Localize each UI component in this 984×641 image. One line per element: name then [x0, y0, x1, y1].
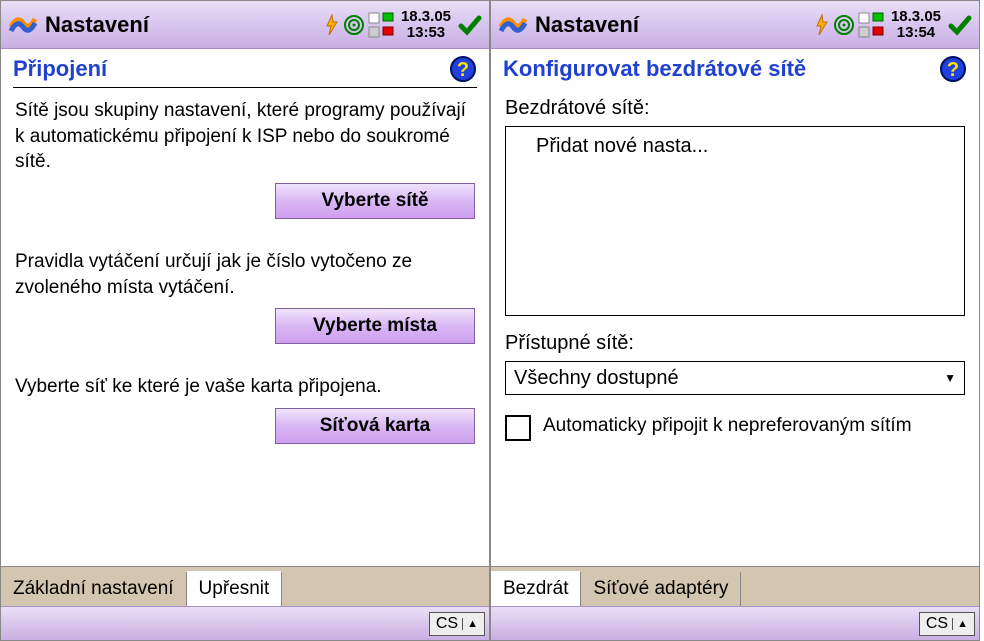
sip-label: CS	[926, 615, 948, 633]
ok-check-icon[interactable]	[947, 12, 973, 38]
section-title: Konfigurovat bezdrátové sítě	[503, 56, 806, 82]
bottombar: CS ▲	[1, 606, 489, 640]
tab-basic-settings[interactable]: Základní nastavení	[1, 572, 187, 606]
section-header: Konfigurovat bezdrátové sítě ?	[491, 49, 979, 85]
select-networks-button[interactable]: Vyberte sítě	[275, 183, 475, 219]
status-icons: 18.3.05 13:54	[813, 9, 973, 41]
divider	[13, 87, 477, 88]
tab-network-adapters[interactable]: Síťové adaptéry	[581, 572, 741, 606]
section-header: Připojení ?	[1, 49, 489, 85]
connectivity-icon[interactable]	[367, 10, 395, 40]
charging-icon	[323, 13, 341, 37]
volume-icon[interactable]	[833, 14, 855, 36]
dropdown-value: Všechny dostupné	[514, 367, 679, 390]
tabbar: Základní nastavení Upřesnit	[1, 566, 489, 606]
clock[interactable]: 18.3.05 13:54	[891, 9, 941, 41]
charging-icon	[813, 13, 831, 37]
content-area: Bezdrátové sítě: Přidat nové nasta... Př…	[491, 97, 979, 566]
help-icon[interactable]: ?	[449, 55, 477, 83]
clock[interactable]: 18.3.05 13:53	[401, 9, 451, 41]
start-logo-icon[interactable]	[497, 9, 529, 41]
svg-text:?: ?	[947, 59, 959, 81]
connectivity-icon[interactable]	[857, 10, 885, 40]
auto-connect-label: Automaticky připojit k nepreferovaným sí…	[543, 413, 912, 439]
help-icon[interactable]: ?	[939, 55, 967, 83]
date-text: 18.3.05	[891, 9, 941, 25]
card-description: Vyberte síť ke které je vaše karta připo…	[15, 374, 475, 400]
wireless-networks-listbox[interactable]: Přidat nové nasta...	[505, 126, 965, 316]
volume-icon[interactable]	[343, 14, 365, 36]
tabbar: Bezdrát Síťové adaptéry	[491, 566, 979, 606]
sip-arrow-icon: ▲	[462, 618, 478, 630]
svg-text:?: ?	[457, 59, 469, 81]
titlebar[interactable]: Nastavení 18.3.05 13:54	[491, 1, 979, 49]
section-title: Připojení	[13, 56, 107, 82]
time-text: 13:53	[407, 25, 445, 41]
app-title: Nastavení	[45, 12, 149, 38]
list-item-add-new[interactable]: Přidat nové nasta...	[536, 135, 964, 158]
tab-wireless[interactable]: Bezdrát	[491, 571, 581, 606]
sip-button[interactable]: CS ▲	[429, 612, 485, 636]
dialing-description: Pravidla vytáčení určují jak je číslo vy…	[15, 249, 475, 300]
sip-label: CS	[436, 615, 458, 633]
wireless-networks-label: Bezdrátové sítě:	[505, 97, 965, 120]
networks-description: Sítě jsou skupiny nastavení, které progr…	[15, 98, 475, 175]
accessible-networks-label: Přístupné sítě:	[505, 332, 965, 355]
start-logo-icon[interactable]	[7, 9, 39, 41]
device-left: Nastavení 18.3.05 13:53 Připojení ? Sítě…	[0, 0, 490, 641]
auto-connect-checkbox[interactable]	[505, 415, 531, 441]
time-text: 13:54	[897, 25, 935, 41]
accessible-networks-dropdown[interactable]: Všechny dostupné ▼	[505, 361, 965, 395]
device-right: Nastavení 18.3.05 13:54 Konfigurovat bez…	[490, 0, 980, 641]
auto-connect-row[interactable]: Automaticky připojit k nepreferovaným sí…	[505, 413, 965, 441]
titlebar[interactable]: Nastavení 18.3.05 13:53	[1, 1, 489, 49]
network-card-button[interactable]: Síťová karta	[275, 408, 475, 444]
app-title: Nastavení	[535, 12, 639, 38]
date-text: 18.3.05	[401, 9, 451, 25]
sip-arrow-icon: ▲	[952, 618, 968, 630]
select-locations-button[interactable]: Vyberte místa	[275, 308, 475, 344]
content-area: Sítě jsou skupiny nastavení, které progr…	[1, 98, 489, 566]
ok-check-icon[interactable]	[457, 12, 483, 38]
status-icons: 18.3.05 13:53	[323, 9, 483, 41]
bottombar: CS ▲	[491, 606, 979, 640]
chevron-down-icon: ▼	[944, 371, 956, 385]
sip-button[interactable]: CS ▲	[919, 612, 975, 636]
tab-advanced[interactable]: Upřesnit	[187, 571, 283, 606]
